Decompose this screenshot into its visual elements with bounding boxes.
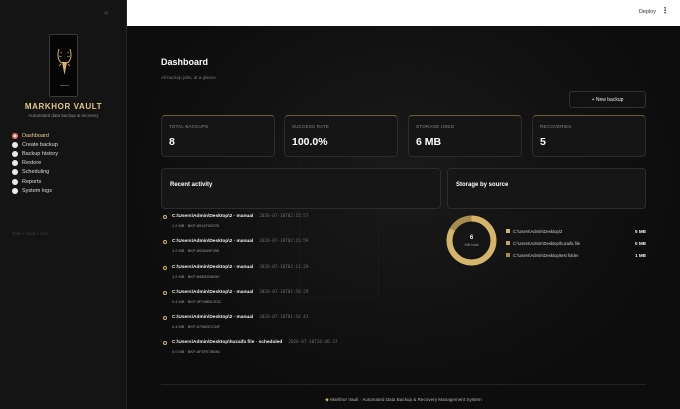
footer: ◆ Markhor Vault · Automated Data Backup … [325, 397, 482, 402]
donut-total-unit: MB total [464, 243, 479, 247]
nav-item-dashboard[interactable]: Dashboard [12, 131, 58, 140]
kebab-menu-icon[interactable]: ⋮ [661, 7, 669, 15]
activity-item[interactable]: C:\Users\Admin\Desktop\2 · manual 2026-07… [163, 265, 338, 290]
timeline-dot-icon [163, 341, 167, 346]
radio-icon[interactable] [12, 187, 18, 194]
timeline-dot-icon [163, 240, 167, 245]
stat-card-total-backups: TOTAL BACKUPS 8 [161, 115, 275, 157]
deploy-button[interactable]: Deploy [639, 9, 656, 15]
brand-name: MARKHOR VAULT [24, 102, 103, 111]
timeline-dot-icon [163, 265, 167, 270]
legend-swatch [506, 253, 510, 257]
activity-item[interactable]: C:\Users\Admin\Desktop\2 · manual 2026-07… [163, 214, 338, 239]
nav-item-create-backup[interactable]: Create backup [12, 140, 58, 149]
recent-activity-panel: Recent activity [161, 168, 441, 209]
legend-swatch [506, 241, 510, 245]
legend-item: C:\Users\Admin\Desktop\2 5 MB [506, 225, 646, 237]
activity-item[interactable]: C:\Users\Admin\Desktop\2 · manual 2026-07… [163, 290, 338, 315]
radio-icon[interactable] [12, 141, 18, 148]
legend-item: C:\Users\Admin\Desktop\test folder 1 MB [506, 249, 646, 261]
radio-icon[interactable] [12, 160, 18, 167]
new-backup-button[interactable]: + New backup [569, 91, 646, 108]
brand-tagline: Automated data backup & recovery [28, 113, 99, 118]
stat-card-success-rate: SUCCESS RATE 100.0% [284, 115, 398, 157]
legend-swatch [506, 229, 510, 233]
page-title: Dashboard [161, 57, 209, 67]
footer-divider [161, 384, 646, 385]
storage-title: Storage by source [456, 182, 509, 188]
sidebar: « MARKHOR VAULT Automated data backup & … [0, 0, 127, 409]
markhor-logo [49, 34, 78, 97]
main-content: Dashboard All backup jobs, at a glance +… [127, 26, 680, 409]
timeline-dot-icon [163, 215, 167, 219]
timeline-dot-icon [163, 316, 167, 321]
collapse-sidebar-icon[interactable]: « [104, 8, 108, 17]
nav-item-backup-history[interactable]: Backup history [12, 149, 58, 158]
shield-tag-icon: ◆ [325, 397, 329, 402]
radio-selected-icon[interactable] [12, 132, 18, 139]
stat-card-recoveries: RECOVERIES 5 [532, 115, 646, 157]
storage-legend: C:\Users\Admin\Desktop\2 5 MB C:\Users\A… [506, 225, 646, 261]
markhor-head-icon [57, 48, 72, 86]
timeline-dot-icon [163, 290, 167, 295]
radio-icon[interactable] [12, 178, 18, 185]
activity-timeline: C:\Users\Admin\Desktop\2 · manual 2026-07… [163, 214, 338, 366]
recent-activity-title: Recent activity [170, 182, 213, 188]
nav-item-reports[interactable]: Reports [12, 177, 58, 186]
nav-item-system-logs[interactable]: System logs [12, 186, 58, 195]
legend-item: C:\Users\Admin\Desktop\huzaifa file 0 MB [506, 237, 646, 249]
activity-item[interactable]: C:\Users\Admin\Desktop\2 · manual 2026-07… [163, 315, 338, 340]
sidebar-footnote: Data • Vault • Live [12, 231, 48, 236]
radio-icon[interactable] [12, 150, 18, 157]
page-subtitle: All backup jobs, at a glance [161, 75, 216, 80]
donut-total-value: 6 [469, 235, 474, 241]
activity-item[interactable]: C:\Users\Admin\Desktop\2 · manual 2026-07… [163, 239, 338, 264]
top-bar: Deploy ⋮ [127, 0, 680, 26]
nav-item-scheduling[interactable]: Scheduling [12, 168, 58, 177]
nav-item-restore[interactable]: Restore [12, 159, 58, 168]
storage-by-source-panel: Storage by source [447, 168, 646, 209]
stat-card-storage-used: STORAGE USED 6 MB [408, 115, 522, 157]
sidebar-nav: Dashboard Create backup Backup history R… [12, 131, 58, 195]
radio-icon[interactable] [12, 169, 18, 176]
activity-item[interactable]: C:\Users\Admin\Desktop\huzaifa file · sc… [163, 340, 338, 365]
